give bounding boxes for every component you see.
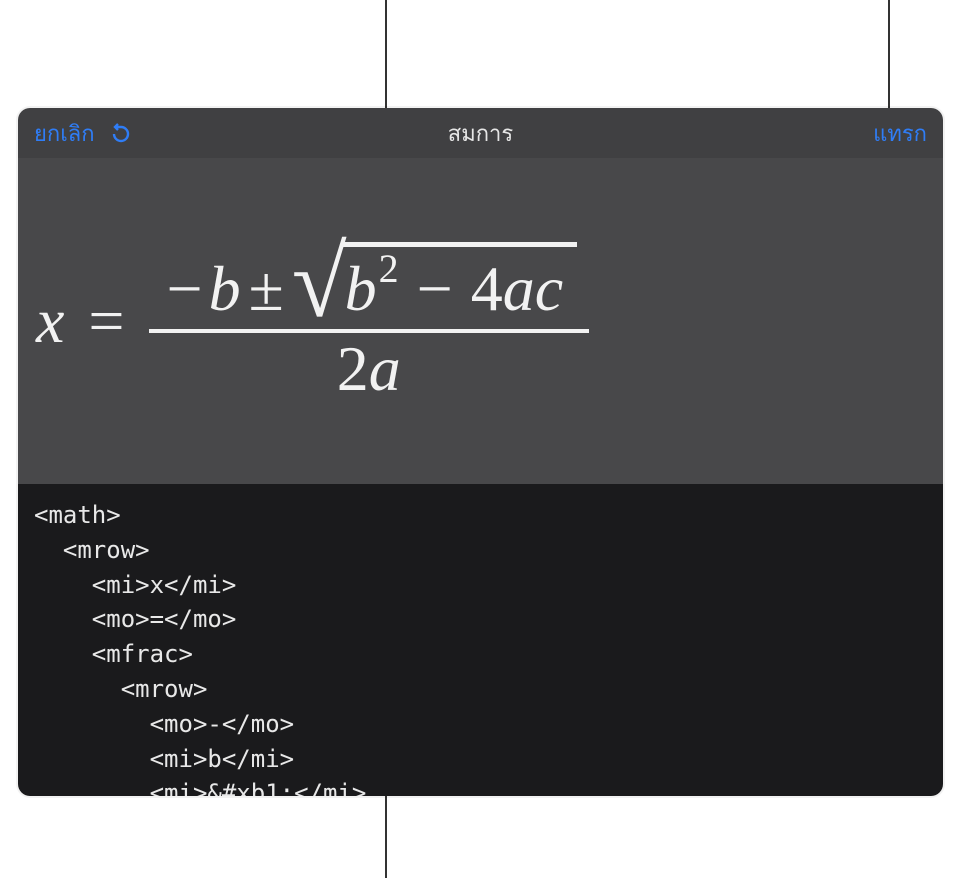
eq-rad-sup2: 2	[379, 249, 399, 289]
equation-preview: x = − b ± √ b 2 − 4 a c	[18, 158, 943, 484]
eq-var-x: x	[36, 289, 64, 353]
eq-denominator: 2a	[337, 333, 401, 401]
eq-neg-sign: −	[167, 257, 203, 321]
eq-rad-minus: −	[417, 257, 453, 321]
eq-den-2: 2	[337, 333, 369, 404]
header-left-group: ยกเลิก	[34, 116, 133, 151]
dialog-title: สมการ	[448, 116, 513, 151]
equation-dialog: ยกเลิก สมการ แทรก x = − b ± √	[18, 108, 943, 796]
rendered-equation: x = − b ± √ b 2 − 4 a c	[36, 242, 589, 401]
eq-sqrt: √ b 2 − 4 a c	[292, 242, 577, 321]
eq-num-b: b	[209, 257, 241, 321]
radical-sign-icon: √	[292, 252, 347, 331]
eq-numerator: − b ± √ b 2 − 4 a c	[149, 242, 590, 333]
eq-rad-c: c	[535, 257, 563, 321]
callout-line-bottom-code	[385, 796, 387, 878]
eq-den-a: a	[369, 333, 401, 404]
eq-rad-4: 4	[471, 257, 503, 321]
eq-radicand: b 2 − 4 a c	[341, 242, 578, 321]
cancel-button[interactable]: ยกเลิก	[34, 116, 95, 151]
eq-plus-minus: ±	[249, 257, 284, 321]
callout-line-top-insert	[888, 0, 890, 110]
dialog-header: ยกเลิก สมการ แทรก	[18, 108, 943, 158]
eq-rad-a: a	[503, 257, 535, 321]
eq-fraction: − b ± √ b 2 − 4 a c	[149, 242, 590, 401]
insert-button[interactable]: แทรก	[873, 116, 927, 151]
eq-equals: =	[88, 289, 124, 353]
undo-icon[interactable]	[109, 121, 133, 145]
eq-rad-b: b	[345, 257, 377, 321]
mathml-code-input[interactable]: <math> <mrow> <mi>x</mi> <mo>=</mo> <mfr…	[18, 484, 943, 796]
